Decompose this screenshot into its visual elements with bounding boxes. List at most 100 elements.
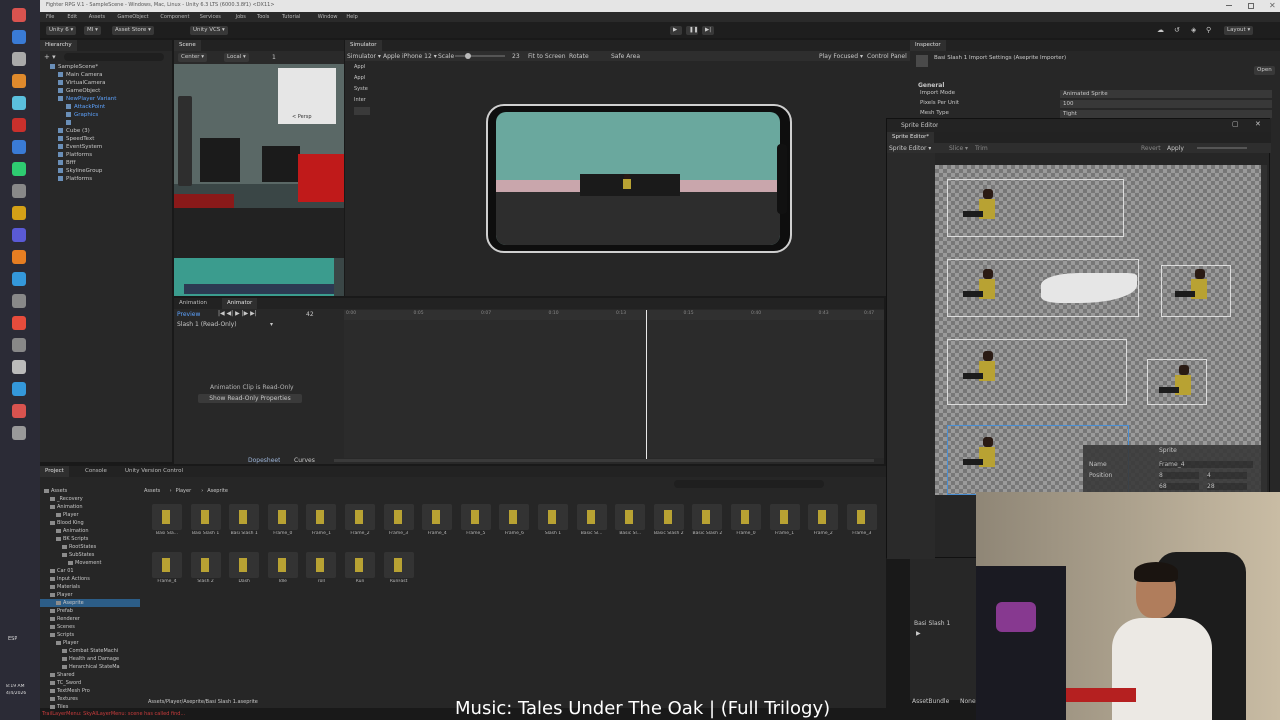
asset-item[interactable]: Basi Slash 1	[227, 504, 261, 540]
inspector-row-value[interactable]: Animated Sprite	[1060, 90, 1272, 98]
simulator-side-item[interactable]: Appl	[354, 64, 365, 70]
menu-item-window[interactable]: Window	[318, 14, 338, 20]
menu-item-tools[interactable]: Tools	[257, 14, 269, 20]
menu-item-assets[interactable]: Assets	[89, 14, 105, 20]
project-folder[interactable]: Scenes	[40, 623, 140, 631]
project-folder[interactable]: Player	[40, 591, 140, 599]
hierarchy-search-input[interactable]	[64, 53, 164, 61]
sprite-name-field[interactable]: Frame_4	[1159, 461, 1253, 468]
step-button[interactable]: ▶|	[702, 26, 714, 35]
taskbar-app-icon[interactable]	[12, 250, 26, 264]
control-panel-button[interactable]: Control Panel	[867, 53, 907, 60]
hierarchy-item[interactable]: Cube (3)	[58, 127, 90, 135]
asset-item[interactable]: Frame_5	[459, 504, 493, 540]
sprite-y-field[interactable]: 4	[1207, 472, 1247, 479]
play-button[interactable]: ▶	[670, 26, 682, 35]
close-window-button[interactable]: ✕	[1269, 1, 1276, 10]
project-folder[interactable]: BK Scripts	[40, 535, 140, 543]
fit-to-screen-button[interactable]: Fit to Screen	[528, 53, 566, 60]
hierarchy-item[interactable]: EventSystem	[58, 143, 102, 151]
asset-item[interactable]: Slash 2	[189, 552, 223, 588]
asset-item[interactable]: Basic Sl...	[613, 504, 647, 540]
tab-simulator[interactable]: Simulator	[345, 40, 382, 51]
taskbar-time[interactable]: 8:19 AM	[6, 684, 25, 689]
rotate-button[interactable]: Rotate	[569, 53, 589, 60]
show-readonly-button[interactable]: Show Read-Only Properties	[198, 394, 302, 403]
vcs-button[interactable]: Unity VCS ▾	[190, 26, 228, 35]
project-folder[interactable]: _Recovery	[40, 495, 140, 503]
layout-button[interactable]: Layout ▾	[1224, 26, 1254, 35]
tab-scene[interactable]: Scene	[174, 40, 201, 51]
scale-slider-thumb[interactable]	[465, 53, 471, 59]
menu-item-help[interactable]: Help	[346, 14, 357, 20]
anim-transport[interactable]: |◀ ◀| ▶ |▶ ▶|	[218, 310, 257, 317]
hierarchy-item[interactable]: GameObject	[58, 87, 100, 95]
project-folder[interactable]: Prefab	[40, 607, 140, 615]
pivot-local-button[interactable]: Local ▾	[224, 53, 249, 62]
sprite-x-field[interactable]: 8	[1159, 472, 1199, 479]
asset-item[interactable]: Frame_2	[806, 504, 840, 540]
tab-unity-version-control[interactable]: Unity Version Control	[120, 466, 188, 477]
hierarchy-item[interactable]: SampleScene*	[50, 63, 98, 71]
asset-item[interactable]: Frame_3	[845, 504, 879, 540]
simulator-side-item[interactable]: Appl	[354, 75, 365, 81]
unity-account-button[interactable]: Unity 6 ▾	[46, 26, 77, 35]
asset-item[interactable]: Frame_1	[304, 504, 338, 540]
hierarchy-item[interactable]: Platforms	[58, 175, 92, 183]
pause-button[interactable]: ❚❚	[686, 26, 698, 35]
asset-item[interactable]: Basic Slash 2	[652, 504, 686, 540]
project-folder[interactable]: Blood King	[40, 519, 140, 527]
menu-item-component[interactable]: Component	[160, 14, 189, 20]
tab-project[interactable]: Project	[40, 466, 69, 477]
project-folder[interactable]: Animation	[40, 503, 140, 511]
menu-item-edit[interactable]: Edit	[67, 14, 77, 20]
minimize-button[interactable]	[1226, 5, 1232, 6]
inspector-row-value[interactable]: 100	[1060, 100, 1272, 108]
cloud-icon[interactable]: ☁	[1157, 26, 1164, 34]
menu-item-tutorial[interactable]: Tutorial	[282, 14, 300, 20]
taskbar-app-icon[interactable]	[12, 426, 26, 440]
taskbar-app-icon[interactable]	[12, 96, 26, 110]
asset-item[interactable]: Frame_4	[420, 504, 454, 540]
pivot-center-button[interactable]: Center ▾	[178, 53, 208, 62]
taskbar-app-icon[interactable]	[12, 316, 26, 330]
scene-overlay-toolbar[interactable]	[184, 284, 334, 294]
hierarchy-item[interactable]	[66, 119, 74, 127]
timeline-ruler[interactable]: 0:00 0:05 0:07 0:10 0:13 0:15 0:40 0:43 0:47	[344, 310, 884, 320]
tab-animation[interactable]: Animation	[174, 298, 212, 309]
project-folder[interactable]: TextMesh Pro	[40, 687, 140, 695]
asset-item[interactable]: Idle	[266, 552, 300, 588]
hierarchy-item[interactable]: SkylineGroup	[58, 167, 102, 175]
timeline-area[interactable]	[344, 320, 884, 458]
tab-inspector[interactable]: Inspector	[910, 40, 946, 51]
taskbar-date[interactable]: 4/4/2026	[6, 691, 26, 696]
inspector-play-icon[interactable]: ▶	[916, 630, 921, 637]
project-folder[interactable]: Herarchical StateMa	[40, 663, 140, 671]
assetbundle-none[interactable]: None	[960, 698, 976, 705]
play-mode-dropdown[interactable]: Play Focused ▾	[819, 53, 863, 60]
menu-item-services[interactable]: Services	[200, 14, 221, 20]
taskbar-app-icon[interactable]	[12, 360, 26, 374]
project-folder[interactable]: Scripts	[40, 631, 140, 639]
project-search-input[interactable]	[674, 480, 824, 488]
project-folder[interactable]: Aseprite	[40, 599, 140, 607]
taskbar-app-icon[interactable]	[12, 404, 26, 418]
simulator-mode-dropdown[interactable]: Simulator ▾	[347, 53, 381, 60]
hierarchy-item[interactable]: AttackPoint	[66, 103, 105, 111]
sprite-h-field[interactable]: 28	[1207, 483, 1247, 490]
taskbar-app-icon[interactable]	[12, 140, 26, 154]
scale-slider[interactable]	[455, 53, 505, 59]
asset-item[interactable]: RunFast	[382, 552, 416, 588]
anim-frame-field[interactable]: 42	[306, 311, 314, 318]
tab-curves[interactable]: Curves	[294, 457, 315, 464]
taskbar-app-icon[interactable]	[12, 118, 26, 132]
project-folder[interactable]: TC_Sword	[40, 679, 140, 687]
asset-item[interactable]: Frame_4	[150, 552, 184, 588]
project-folder[interactable]: SubStates	[40, 551, 140, 559]
search-icon[interactable]: ⚲	[1206, 26, 1211, 34]
taskbar-lang[interactable]: ESP	[8, 636, 17, 642]
hierarchy-item[interactable]: Platforms	[58, 151, 92, 159]
asset-item[interactable]: Basi Slash 1	[189, 504, 223, 540]
tab-animator[interactable]: Animator	[222, 298, 258, 309]
asset-item[interactable]: Frame_3	[382, 504, 416, 540]
